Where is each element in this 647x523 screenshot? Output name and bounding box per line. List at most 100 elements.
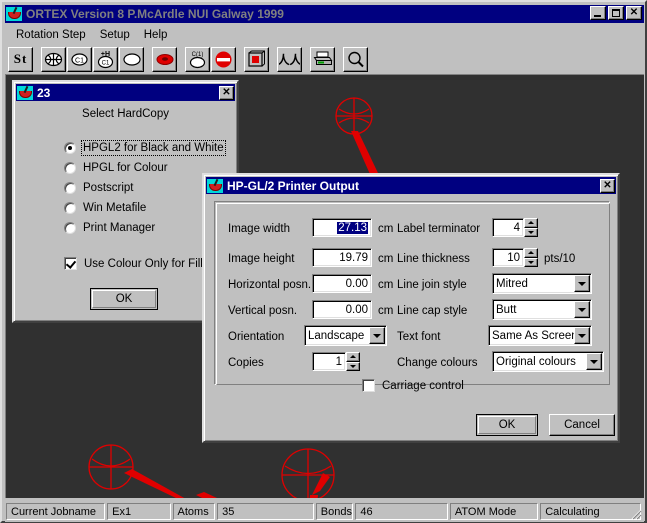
globe-icon [44, 52, 63, 66]
svg-text:人人: 人人 [279, 52, 300, 67]
toolbar-add-h-button[interactable]: +H C1 [93, 46, 118, 72]
orientation-combobox[interactable]: Landscape [304, 325, 387, 346]
svg-text:C1: C1 [75, 57, 84, 64]
radio-print-manager[interactable]: Print Manager [64, 222, 155, 234]
close-button[interactable]: ✕ [626, 6, 642, 20]
hardcopy-heading: Select HardCopy [82, 108, 169, 120]
horizontal-posn-input[interactable]: 0.00 [312, 274, 372, 293]
spinner-up-icon[interactable] [524, 248, 538, 258]
stop-icon [215, 51, 232, 67]
line-thickness-spinner[interactable] [524, 248, 538, 267]
hardcopy-close-button[interactable]: ✕ [219, 85, 234, 100]
radio-label: HPGL for Colour [83, 162, 168, 174]
chevron-down-icon[interactable] [369, 327, 385, 344]
toolbar-print-button[interactable] [310, 46, 335, 72]
radio-hpgl2-black-and-white[interactable]: HPGL2 for Black and White [64, 140, 226, 156]
hardcopy-ok-label: OK [115, 293, 133, 305]
line-join-style-label: Line join style [397, 279, 467, 291]
horizontal-posn-value: 0.00 [345, 277, 368, 290]
toolbar-st-button[interactable]: St [8, 46, 33, 72]
hardcopy-ok-button[interactable]: OK [90, 288, 158, 310]
label-terminator-input[interactable]: 4 [492, 218, 524, 237]
line-thickness-value: 10 [507, 251, 520, 264]
toolbar-cell-button[interactable] [244, 46, 269, 72]
vertical-posn-unit: cm [378, 305, 394, 317]
hpgl-ok-button[interactable]: OK [476, 414, 538, 436]
chevron-down-icon[interactable] [574, 301, 590, 318]
radio-indicator [64, 142, 76, 154]
maximize-button[interactable] [608, 6, 624, 20]
text-font-combobox[interactable]: Same As Screen [488, 325, 592, 346]
atom-label-icon: C1 [71, 52, 88, 66]
spinner-down-icon[interactable] [524, 257, 538, 267]
spinner-up-icon[interactable] [346, 352, 360, 362]
copies-value: 1 [335, 355, 342, 368]
vertical-posn-input[interactable]: 0.00 [312, 300, 372, 319]
vertical-posn-value: 0.00 [345, 303, 368, 316]
label-terminator-spinner[interactable] [524, 218, 538, 237]
status-atoms-label: Atoms [172, 503, 216, 520]
line-thickness-label: Line thickness [397, 253, 470, 265]
spinner-down-icon[interactable] [524, 227, 538, 237]
radio-label: HPGL2 for Black and White [81, 140, 226, 156]
copies-spinner[interactable] [346, 352, 360, 371]
minimize-button[interactable] [590, 6, 606, 20]
chevron-down-icon[interactable] [586, 353, 602, 370]
hpgl-ok-label: OK [498, 419, 516, 431]
line-join-style-combobox[interactable]: Mitred [492, 273, 592, 294]
status-task-value: Calculating [540, 503, 642, 520]
menu-help[interactable]: Help [137, 27, 175, 43]
image-width-unit: cm [378, 223, 394, 235]
copies-input[interactable]: 1 [312, 352, 346, 371]
radio-indicator [64, 182, 76, 194]
close-icon: ✕ [222, 87, 231, 98]
menu-setup[interactable]: Setup [93, 27, 137, 43]
toolbar-atom-button[interactable]: C1 [67, 46, 92, 72]
toolbar-globe-button[interactable] [41, 46, 66, 72]
image-width-label: Image width [228, 223, 291, 235]
radio-hpgl-colour[interactable]: HPGL for Colour [64, 162, 168, 174]
radio-win-metafile[interactable]: Win Metafile [64, 202, 146, 214]
line-thickness-unit: pts/10 [544, 253, 576, 265]
radio-label: Win Metafile [83, 202, 147, 214]
status-bonds-value: 46 [355, 503, 448, 520]
hpgl-titlebar: HP-GL/2 Printer Output ✕ [206, 177, 616, 194]
hpgl-cancel-button[interactable]: Cancel [549, 414, 615, 436]
change-colours-combobox[interactable]: Original colours [492, 351, 604, 372]
toolbar-ellipsoid-button[interactable]: C(1) [185, 46, 210, 72]
line-thickness-input[interactable]: 10 [492, 248, 524, 267]
toolbar-zoom-button[interactable] [343, 46, 368, 72]
line-cap-style-value: Butt [496, 303, 517, 316]
change-colours-label: Change colours [397, 357, 478, 369]
hpgl-close-button[interactable]: ✕ [600, 178, 615, 193]
spinner-up-icon[interactable] [524, 218, 538, 228]
chevron-down-icon[interactable] [574, 275, 590, 292]
radio-indicator [64, 162, 76, 174]
image-width-input[interactable]: 27.13 [312, 218, 372, 237]
resize-grip[interactable] [628, 506, 642, 520]
checkbox-use-colour-only-for-fills[interactable]: Use Colour Only for Fills [64, 257, 209, 270]
image-width-value: 27.13 [337, 221, 368, 234]
menu-rotation-step[interactable]: Rotation Step [9, 27, 93, 43]
toolbar-people-button[interactable]: 人人 [277, 46, 302, 72]
close-icon: ✕ [603, 180, 612, 191]
toolbar-ellipse-button[interactable] [119, 46, 144, 72]
line-cap-style-combobox[interactable]: Butt [492, 299, 592, 320]
radio-postscript[interactable]: Postscript [64, 182, 134, 194]
status-bonds-label: Bonds [315, 503, 354, 520]
svg-text:C1: C1 [102, 60, 110, 66]
ortex-logo-icon [6, 6, 22, 21]
hpgl-dialog-title: HP-GL/2 Printer Output [227, 178, 359, 193]
checkbox-carriage-control[interactable]: Carriage control [362, 379, 464, 392]
image-height-unit: cm [378, 253, 394, 265]
ortex-logo-icon [207, 178, 223, 193]
change-colours-value: Original colours [496, 355, 576, 368]
radio-indicator [64, 222, 76, 234]
spinner-down-icon[interactable] [346, 361, 360, 371]
toolbar-red-disc-button[interactable] [152, 46, 177, 72]
chevron-down-icon[interactable] [574, 327, 590, 344]
horizontal-posn-label: Horizontal posn. [228, 279, 312, 291]
image-height-input[interactable]: 19.79 [312, 248, 372, 267]
toolbar-stop-button[interactable] [211, 46, 236, 72]
hpgl-cancel-label: Cancel [564, 419, 600, 431]
